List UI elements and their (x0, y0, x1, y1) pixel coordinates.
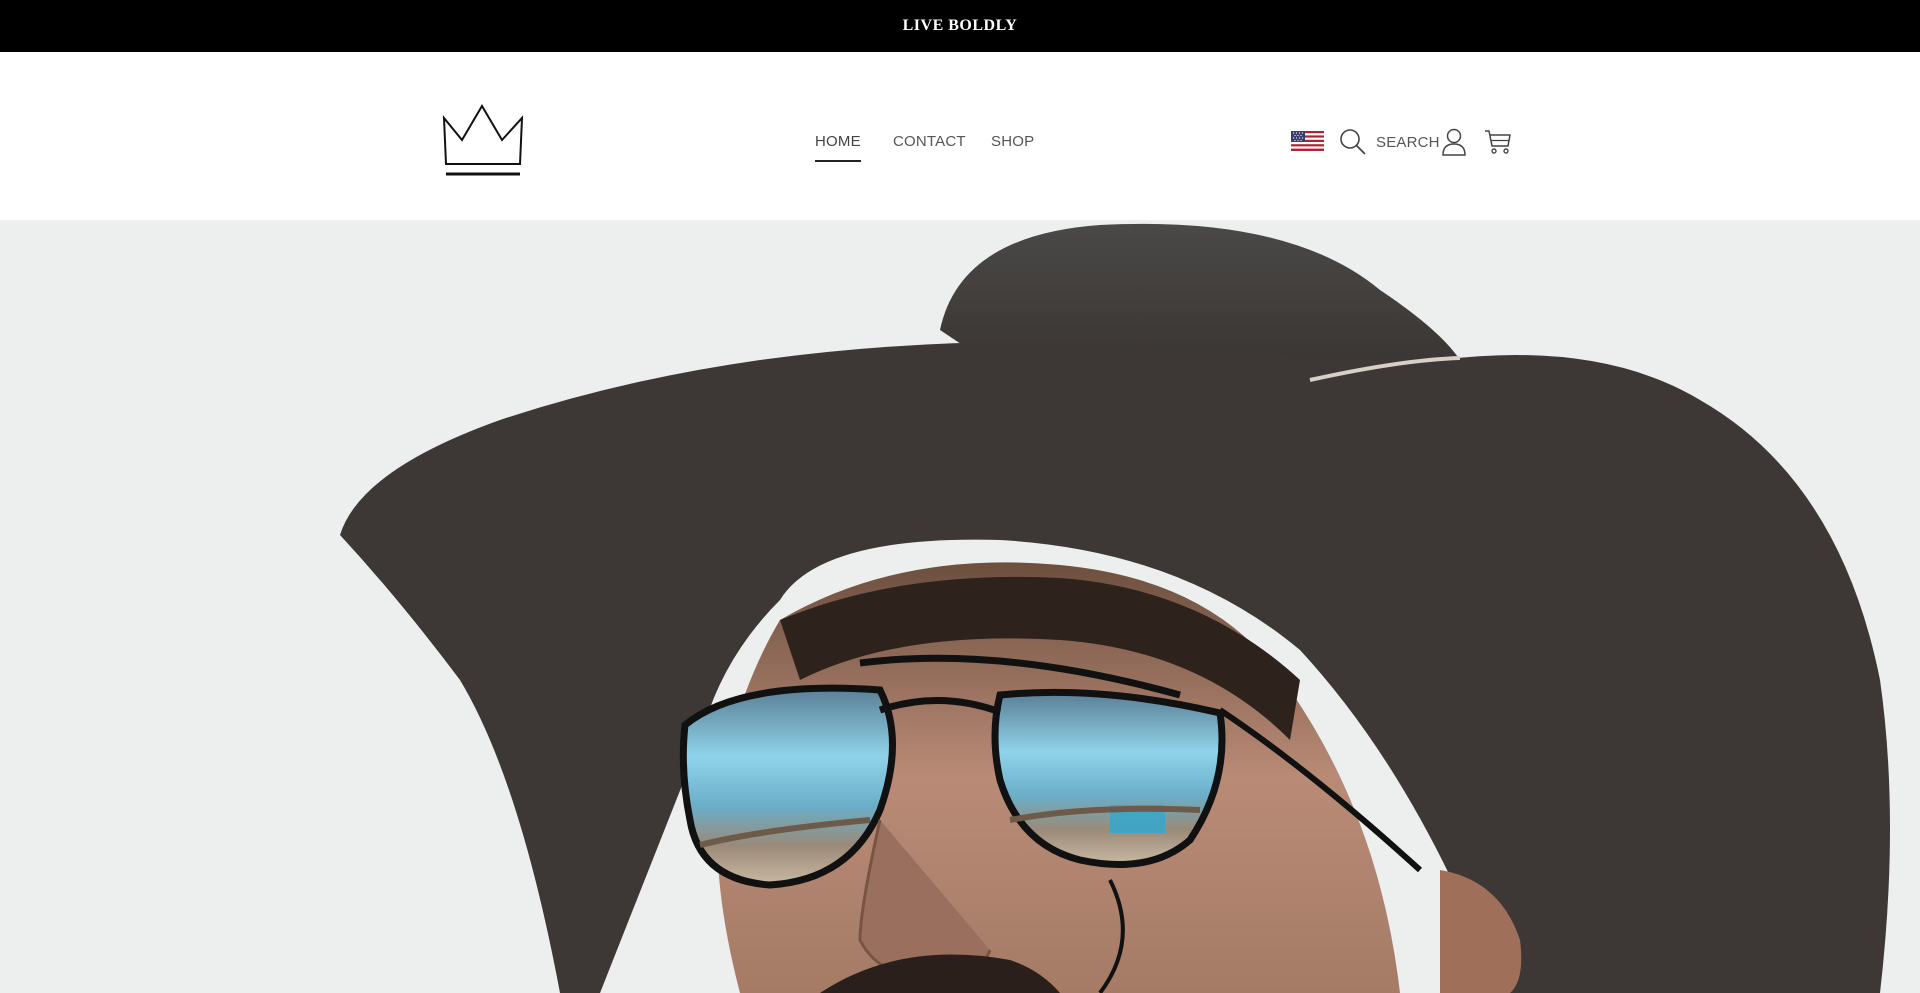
main-nav: HOME CONTACT SHOP (0, 52, 1920, 220)
cart-icon[interactable] (1484, 129, 1512, 155)
us-flag-icon[interactable] (1291, 131, 1324, 151)
hero-banner (0, 220, 1920, 993)
nav-item-contact-label: CONTACT (893, 133, 966, 150)
search-icon (1340, 129, 1366, 155)
nav-item-shop-label: SHOP (991, 133, 1035, 150)
active-underline (815, 160, 861, 162)
nav-item-contact[interactable]: CONTACT (893, 132, 966, 152)
account-icon[interactable] (1441, 128, 1467, 156)
nav-item-home-label: HOME (815, 133, 861, 150)
announcement-bar: LIVE BOLDLY (0, 0, 1920, 52)
site-header: HOME CONTACT SHOP SEARCH (0, 52, 1920, 220)
search-label: SEARCH (1376, 133, 1440, 151)
hero-image (340, 223, 1890, 993)
nav-item-home[interactable]: HOME (815, 132, 861, 162)
crown-logo[interactable] (442, 104, 524, 180)
nav-item-shop[interactable]: SHOP (991, 132, 1034, 152)
announcement-text: LIVE BOLDLY (902, 17, 1018, 34)
crown-icon (442, 104, 524, 176)
search-button[interactable]: SEARCH (1338, 127, 1440, 157)
